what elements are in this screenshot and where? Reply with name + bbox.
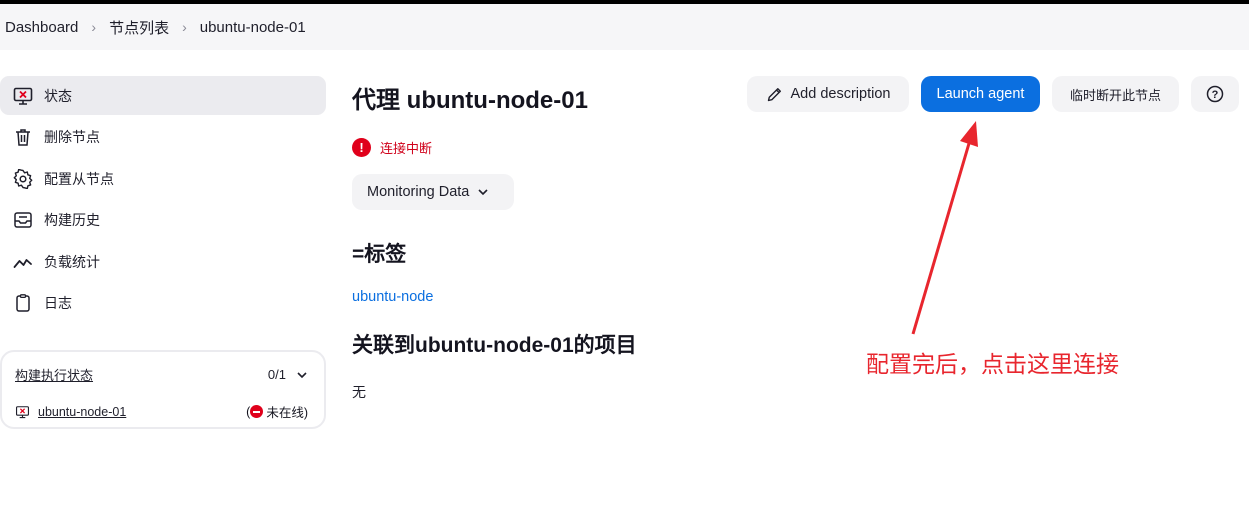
connection-status: ! 连接中断 — [352, 138, 432, 157]
executor-count: 0/1 — [267, 367, 286, 382]
sidebar-item-label: 配置从节点 — [44, 170, 114, 187]
breadcrumb-current-node[interactable]: ubuntu-node-01 — [200, 19, 306, 36]
sidebar-item-label: 状态 — [44, 87, 72, 104]
computer-error-icon — [12, 85, 34, 107]
help-icon: ? — [1206, 85, 1224, 103]
sidebar-item-label: 删除节点 — [44, 129, 100, 146]
page-title: 代理 ubuntu-node-01 — [352, 87, 588, 114]
label-link[interactable]: ubuntu-node — [352, 289, 433, 305]
disconnect-node-button[interactable]: 临时断开此节点 — [1052, 76, 1179, 112]
clipboard-icon — [12, 292, 34, 314]
add-description-button[interactable]: Add description — [747, 76, 909, 112]
monitoring-data-label: Monitoring Data — [367, 184, 470, 200]
labels-heading: =标签 — [352, 243, 407, 266]
executor-offline-status: ( 未在线) — [246, 402, 308, 421]
chevron-right-icon: › — [182, 19, 187, 35]
monitoring-data-dropdown[interactable]: Monitoring Data — [352, 174, 514, 210]
computer-error-icon — [15, 405, 30, 418]
offline-icon — [250, 405, 264, 418]
launch-agent-button[interactable]: Launch agent — [921, 76, 1040, 112]
annotation-text: 配置完后，点击这里连接 — [866, 352, 1119, 378]
sidebar-item-label: 负载统计 — [44, 253, 100, 270]
sidebar-item-log[interactable]: 日志 — [0, 284, 326, 323]
connection-status-text: 连接中断 — [380, 141, 433, 156]
help-button[interactable]: ? — [1191, 76, 1239, 112]
breadcrumb: Dashboard › 节点列表 › ubuntu-node-01 — [0, 4, 1249, 50]
executor-status-panel: 构建执行状态 0/1 ubuntu-node-01 ( 未在线) — [0, 350, 326, 429]
chevron-down-icon — [478, 189, 488, 196]
breadcrumb-node-list[interactable]: 节点列表 — [109, 17, 169, 38]
sidebar-item-load-statistics[interactable]: 负载统计 — [0, 242, 326, 281]
sidebar-item-status[interactable]: 状态 — [0, 76, 326, 115]
sidebar-item-delete-node[interactable]: 删除节点 — [0, 118, 326, 157]
chevron-right-icon: › — [91, 19, 97, 35]
trend-line-icon — [12, 251, 34, 273]
gear-icon — [12, 168, 34, 190]
inbox-icon — [12, 209, 34, 231]
trash-icon — [12, 126, 34, 148]
sidebar: 状态 删除节点 配置从节点 构建历史 负载统计 日志 — [0, 76, 326, 326]
sidebar-item-build-history[interactable]: 构建历史 — [0, 201, 326, 240]
pencil-icon — [767, 87, 781, 101]
chevron-down-icon[interactable] — [296, 369, 308, 381]
offline-label: 未在线) — [266, 406, 308, 420]
breadcrumb-dashboard[interactable]: Dashboard — [5, 19, 78, 36]
projects-heading: 关联到ubuntu-node-01的项目 — [352, 334, 637, 357]
svg-text:?: ? — [1212, 89, 1219, 101]
executor-status-title[interactable]: 构建执行状态 — [15, 365, 93, 384]
projects-none-text: 无 — [352, 384, 366, 400]
sidebar-item-label: 日志 — [44, 295, 72, 312]
sidebar-item-configure[interactable]: 配置从节点 — [0, 159, 326, 198]
add-description-label: Add description — [790, 86, 891, 102]
error-icon: ! — [352, 138, 371, 157]
executor-node-link[interactable]: ubuntu-node-01 — [38, 405, 126, 419]
sidebar-item-label: 构建历史 — [44, 212, 100, 229]
